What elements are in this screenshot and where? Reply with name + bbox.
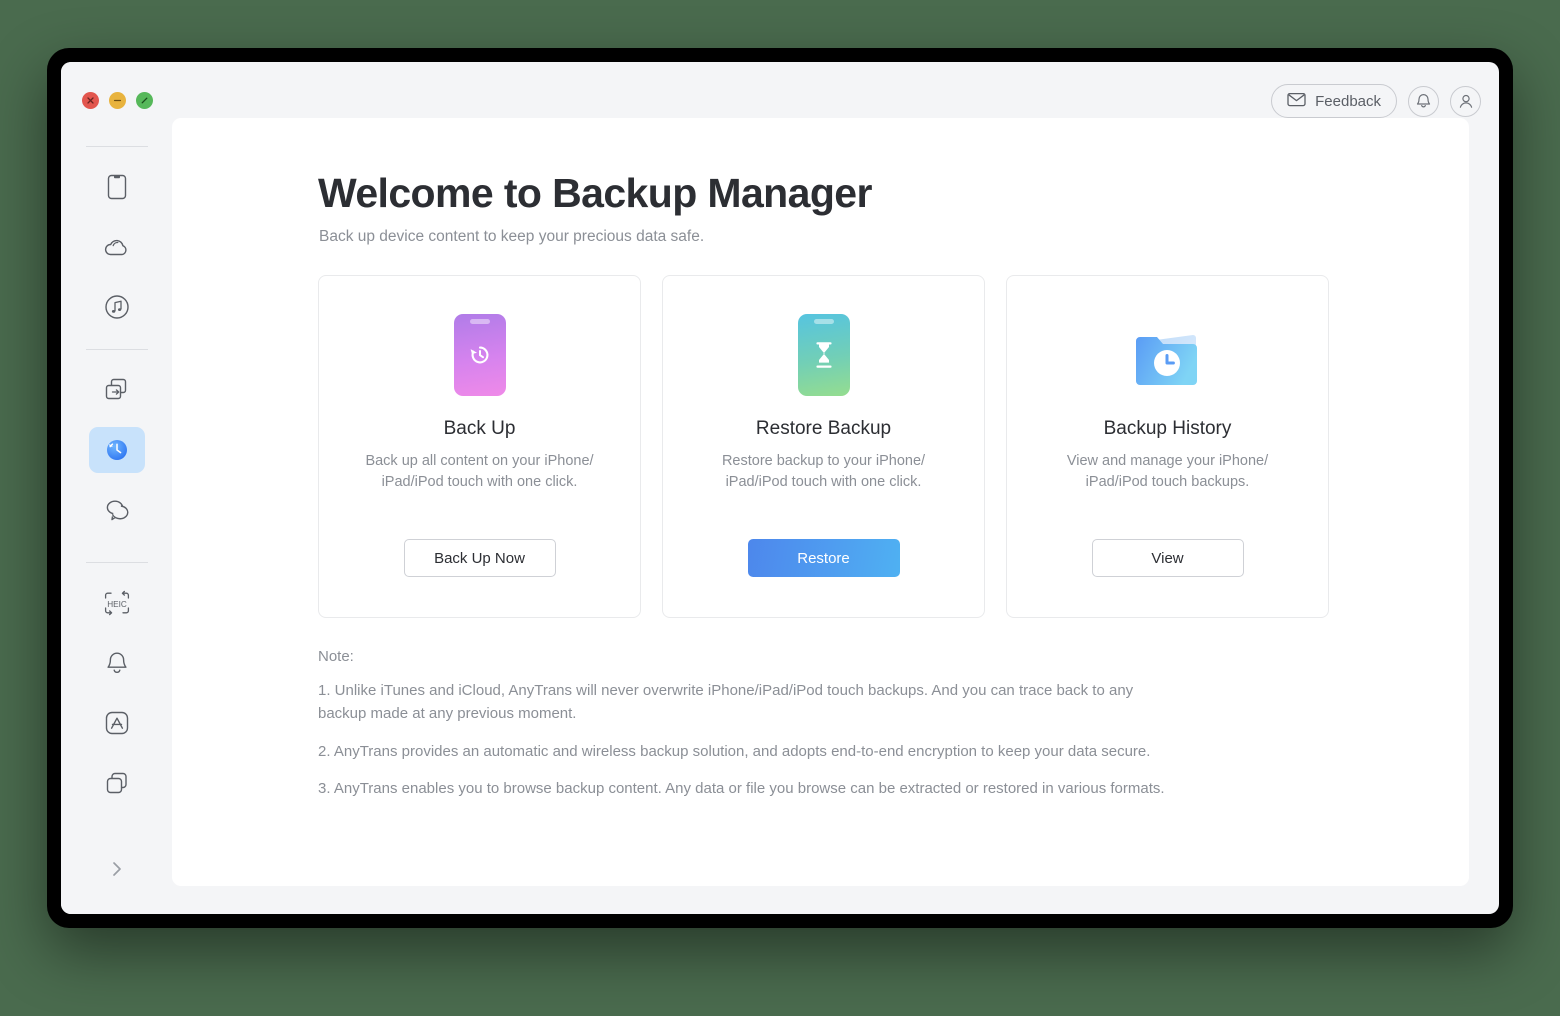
card-title: Restore Backup — [755, 418, 892, 439]
transfer-icon — [105, 378, 126, 400]
bell-icon — [106, 652, 127, 674]
card-title: Backup History — [1103, 418, 1232, 439]
heic-converter-icon: HEIC — [104, 590, 129, 616]
card-title: Back Up — [443, 418, 516, 439]
envelope-icon — [1287, 92, 1306, 111]
bell-icon — [1416, 94, 1431, 108]
sidebar: HEIC — [61, 62, 172, 914]
card-art — [453, 314, 506, 396]
sidebar-divider-bottom — [85, 562, 148, 563]
sidebar-item-app-library[interactable] — [89, 760, 145, 806]
sidebar-item-app-downloader[interactable] — [89, 700, 145, 746]
folder-clock-icon — [1135, 335, 1197, 385]
sidebar-item-messages[interactable] — [89, 487, 145, 533]
note-item: 1. Unlike iTunes and iCloud, AnyTrans wi… — [318, 682, 1134, 723]
note-item: 2. AnyTrans provides an automatic and wi… — [318, 742, 1151, 760]
card-description: Back up all content on your iPhone/ iPad… — [365, 453, 594, 491]
card-description: Restore backup to your iPhone/ iPad/iPod… — [721, 453, 926, 491]
sidebar-item-backup-manager[interactable] — [88, 427, 145, 473]
sidebar-item-ringtone[interactable] — [89, 640, 145, 686]
minimize-window-button[interactable] — [109, 92, 126, 109]
maximize-window-button[interactable] — [136, 92, 153, 109]
cloud-icon — [102, 234, 132, 260]
card-action-row: Back Up Now — [403, 539, 556, 577]
card-art — [797, 314, 850, 396]
card-restore-backup[interactable]: Restore Backup Restore backup to your iP… — [662, 275, 985, 618]
app-window: HEIC Feedback Welcome to Backup Manager … — [61, 62, 1499, 914]
page-title: Welcome to Backup Manager — [318, 170, 872, 216]
note-label: Note: — [318, 648, 354, 665]
topbar: Feedback — [1271, 84, 1481, 118]
user-icon — [1459, 94, 1472, 108]
account-button[interactable] — [1450, 85, 1481, 117]
sidebar-expand-button[interactable] — [94, 846, 140, 892]
close-window-button[interactable] — [82, 92, 99, 109]
card-art — [1131, 314, 1205, 396]
sidebar-divider-mid — [85, 349, 148, 350]
content-area: Feedback Welcome to Backup Manager Back … — [172, 62, 1499, 914]
card-back-up[interactable]: Back Up Back up all content on your iPho… — [318, 275, 641, 618]
card-list: Back Up Back up all content on your iPho… — [318, 275, 1469, 618]
app-store-icon — [105, 711, 128, 735]
sidebar-item-transfer[interactable] — [89, 367, 145, 413]
feedback-button[interactable]: Feedback — [1271, 84, 1397, 118]
sidebar-item-cloud[interactable] — [89, 224, 145, 270]
sidebar-divider-top — [85, 146, 148, 147]
note-item: 3. AnyTrans enables you to browse backup… — [318, 779, 1165, 797]
device-icon — [105, 173, 129, 201]
card-backup-history[interactable]: Backup History View and manage your iPho… — [1006, 275, 1329, 618]
window-frame: HEIC Feedback Welcome to Backup Manager … — [47, 48, 1513, 928]
restore-button[interactable]: Restore — [747, 539, 900, 577]
card-action-row: View — [1091, 539, 1244, 577]
feedback-label: Feedback — [1315, 92, 1381, 110]
view-button[interactable]: View — [1091, 539, 1244, 577]
backup-clock-icon — [106, 440, 127, 460]
messages-icon — [106, 500, 128, 521]
main-panel: Welcome to Backup Manager Back up device… — [172, 118, 1469, 886]
stack-icon — [106, 772, 127, 794]
phone-history-icon — [453, 314, 506, 396]
music-circle-icon — [103, 293, 131, 321]
notifications-button[interactable] — [1408, 85, 1439, 117]
card-description: View and manage your iPhone/ iPad/iPod t… — [1066, 453, 1269, 491]
phone-hourglass-icon — [797, 314, 850, 396]
chevron-right-icon — [112, 862, 121, 876]
page-subtitle: Back up device content to keep your prec… — [319, 228, 705, 245]
back-up-now-button[interactable]: Back Up Now — [403, 539, 556, 577]
sidebar-item-heic-converter[interactable]: HEIC — [89, 580, 145, 626]
sidebar-item-device[interactable] — [89, 164, 145, 210]
note-block: Note: 1. Unlike iTunes and iCloud, AnyTr… — [318, 648, 1178, 800]
traffic-lights — [82, 92, 153, 109]
card-action-row: Restore — [747, 539, 900, 577]
svg-text:HEIC: HEIC — [107, 600, 127, 609]
sidebar-item-music[interactable] — [89, 284, 145, 330]
